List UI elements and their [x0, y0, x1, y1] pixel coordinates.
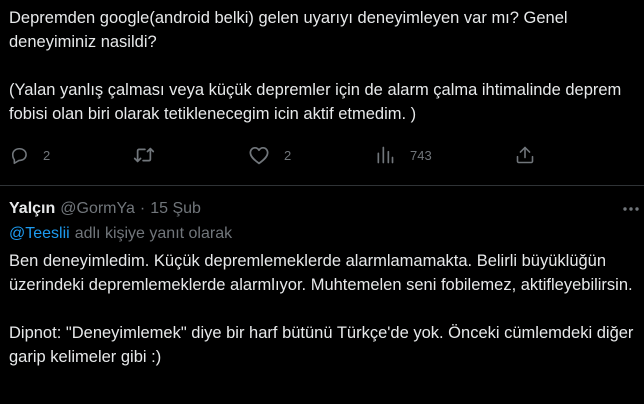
- share-upload-icon: [514, 145, 536, 165]
- replying-to-label: adlı kişiye yanıt olarak: [74, 225, 233, 242]
- divider: [0, 185, 644, 186]
- timestamp[interactable]: 15 Şub: [150, 200, 201, 218]
- more-dots-icon[interactable]: [619, 199, 643, 219]
- mention-link[interactable]: @Teeslii: [9, 225, 70, 243]
- share-button[interactable]: [514, 140, 536, 170]
- speech-bubble-icon: [9, 145, 29, 165]
- separator-dot: ·: [139, 200, 146, 217]
- author-display-name[interactable]: Yalçın: [9, 200, 55, 218]
- retweet-button[interactable]: [133, 140, 169, 170]
- main-tweet: Depremden google(android belki) gelen uy…: [0, 0, 644, 126]
- reply-text: Ben deneyimledim. Küçük depremlemeklerde…: [9, 252, 634, 366]
- views-count: 743: [410, 147, 432, 163]
- bar-chart-icon: [375, 145, 395, 165]
- retweet-icon: [133, 145, 155, 165]
- like-button[interactable]: 2: [248, 140, 291, 170]
- tweet-thread: Depremden google(android belki) gelen uy…: [0, 0, 644, 404]
- replying-to: @Teeslii adlı kişiye yanıt olarak: [9, 221, 639, 247]
- tweet-action-bar: 2 2 743: [0, 140, 644, 170]
- tweet-text: Depremden google(android belki) gelen uy…: [9, 9, 622, 123]
- views-button[interactable]: 743: [375, 140, 432, 170]
- reply-header: Yalçın @GormYa · 15 Şub: [9, 197, 639, 221]
- like-count: 2: [284, 147, 292, 163]
- author-handle[interactable]: @GormYa: [60, 200, 135, 218]
- reply-button[interactable]: 2: [9, 140, 50, 170]
- reply-tweet: Yalçın @GormYa · 15 Şub @Teeslii adlı ki…: [9, 197, 639, 369]
- heart-icon: [248, 145, 270, 165]
- reply-count: 2: [43, 147, 51, 163]
